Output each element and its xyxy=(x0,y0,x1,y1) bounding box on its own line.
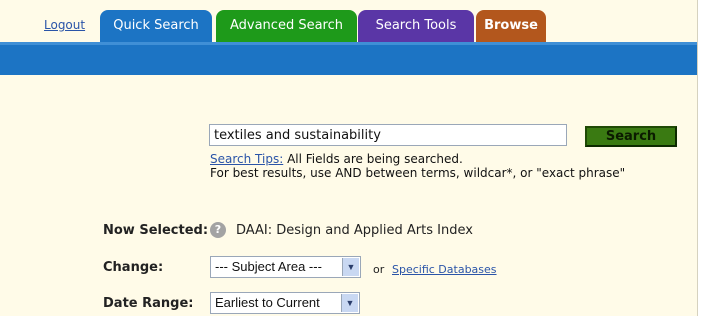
tab-advanced-search[interactable]: Advanced Search xyxy=(216,10,357,42)
search-tips: Search Tips: All Fields are being search… xyxy=(210,152,625,180)
tab-quick-search[interactable]: Quick Search xyxy=(100,10,212,42)
tab-bar: Logout Quick Search Advanced Search Sear… xyxy=(0,0,697,42)
search-input[interactable]: textiles and sustainability xyxy=(209,124,567,146)
chevron-down-icon[interactable]: ▼ xyxy=(341,294,358,312)
selected-database: DAAI: Design and Applied Arts Index xyxy=(236,223,473,238)
logout-link[interactable]: Logout xyxy=(44,18,85,32)
subject-area-value: --- Subject Area --- xyxy=(215,259,322,274)
header-bar-highlight xyxy=(0,42,697,45)
help-icon[interactable]: ? xyxy=(210,222,226,238)
tab-search-tools[interactable]: Search Tools xyxy=(358,10,474,42)
tab-browse[interactable]: Browse xyxy=(476,10,546,42)
date-range-label: Date Range: xyxy=(103,296,194,311)
chevron-down-icon[interactable]: ▼ xyxy=(342,258,359,276)
search-tips-text: All Fields are being searched. xyxy=(283,152,463,166)
header-bar xyxy=(0,42,697,75)
search-tips-line2: For best results, use AND between terms,… xyxy=(210,166,626,180)
specific-databases-link[interactable]: Specific Databases xyxy=(392,263,497,276)
search-button[interactable]: Search xyxy=(585,126,677,147)
now-selected-label: Now Selected: xyxy=(103,223,209,238)
date-range-value: Earliest to Current xyxy=(215,295,320,310)
subject-area-select[interactable]: --- Subject Area --- ▼ xyxy=(210,256,361,278)
change-label: Change: xyxy=(103,260,164,275)
date-range-select[interactable]: Earliest to Current ▼ xyxy=(210,292,360,314)
main-panel: Logout Quick Search Advanced Search Sear… xyxy=(0,0,698,316)
search-tips-link[interactable]: Search Tips: xyxy=(210,152,283,166)
or-text: or xyxy=(373,263,385,276)
